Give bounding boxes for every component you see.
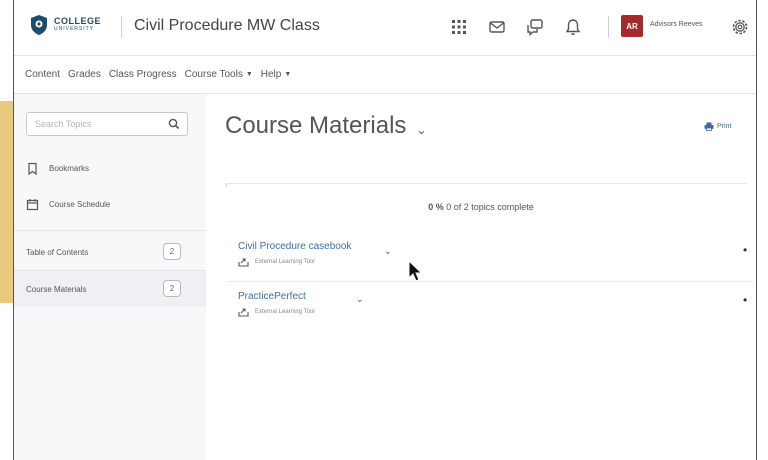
page-title[interactable]: Course Materials ⌄: [225, 112, 426, 140]
chevron-down-icon[interactable]: ⌄: [416, 123, 426, 137]
chat-icon[interactable]: [525, 17, 545, 37]
nav-content[interactable]: Content: [25, 69, 60, 80]
topic-type-label: External Learning Tool: [255, 309, 315, 315]
logo-line-2: UNIVERSITY: [54, 26, 95, 32]
sidebar-item-label: Course Schedule: [49, 200, 111, 209]
progress-bar: [226, 183, 747, 187]
username[interactable]: Advisors Reeves: [650, 21, 703, 28]
progress-percent: 0 %: [428, 202, 444, 212]
course-nav: Content Grades Class Progress Course Too…: [14, 56, 756, 94]
calendar-icon: [26, 199, 39, 211]
progress-summary: 0 of 2 topics complete: [446, 202, 534, 212]
sidebar-item-label: Course Materials: [26, 284, 87, 294]
more-options-icon[interactable]: •: [743, 293, 747, 307]
topic-item: Civil Procedure casebook ⌄ External Lear…: [238, 241, 756, 293]
topic-type-label: External Learning Tool: [255, 259, 315, 265]
college-logo[interactable]: COLLEGE UNIVERSITY: [30, 14, 101, 36]
sidebar-item-table-of-contents[interactable]: Table of Contents 2: [14, 234, 206, 270]
apps-grid-icon[interactable]: [449, 17, 469, 37]
chevron-down-icon: ▼: [245, 71, 253, 78]
topic-divider: [226, 281, 754, 282]
left-accent-bar: [0, 101, 13, 303]
print-label: Print: [717, 123, 732, 130]
topic-count-badge: 2: [163, 280, 181, 297]
sidebar-divider: [14, 230, 206, 231]
external-tool-icon: [238, 258, 249, 267]
page-title-text: Course Materials: [225, 112, 407, 139]
mail-icon[interactable]: [487, 17, 507, 37]
chevron-down-icon[interactable]: ⌄: [356, 294, 364, 305]
main-content: Course Materials ⌄ Print 0 % 0 of 2 topi…: [206, 94, 756, 460]
bell-icon[interactable]: [563, 17, 583, 37]
external-tool-icon: [238, 308, 249, 317]
nav-course-tools-label: Course Tools: [184, 69, 243, 80]
chevron-down-icon[interactable]: ⌄: [384, 246, 392, 257]
nav-grades-label: Grades: [68, 69, 101, 80]
search-box: [26, 112, 188, 136]
topic-title-link[interactable]: Civil Procedure casebook: [238, 241, 351, 252]
sidebar-item-course-materials[interactable]: Course Materials 2: [14, 271, 206, 307]
topic-item: PracticePerfect ⌄ External Learning Tool…: [238, 291, 756, 343]
nav-class-progress[interactable]: Class Progress: [109, 69, 177, 80]
topic-count-badge: 2: [163, 243, 181, 260]
header-divider-2: [608, 16, 609, 38]
header-divider: [121, 16, 122, 38]
sidebar: Bookmarks Course Schedule Table of Conte…: [14, 94, 206, 460]
progress-text: 0 % 0 of 2 topics complete: [206, 202, 756, 212]
search-input[interactable]: [27, 113, 157, 135]
printer-icon: [704, 122, 714, 131]
shield-logo-icon: [31, 15, 47, 35]
browser-frame: COLLEGE UNIVERSITY Civil Procedure MW Cl…: [13, 0, 757, 460]
header-icons: [449, 17, 583, 37]
course-title[interactable]: Civil Procedure MW Class: [134, 17, 320, 35]
gear-icon[interactable]: [730, 17, 750, 37]
logo-text: COLLEGE UNIVERSITY: [54, 17, 101, 33]
nav-grades[interactable]: Grades: [68, 69, 101, 80]
nav-class-progress-label: Class Progress: [108, 69, 177, 80]
nav-course-tools[interactable]: Course Tools ▼: [185, 69, 253, 80]
top-bar: COLLEGE UNIVERSITY Civil Procedure MW Cl…: [14, 0, 756, 56]
bookmark-icon: [28, 162, 37, 175]
nav-help[interactable]: Help ▼: [261, 69, 292, 80]
topic-type: External Learning Tool: [238, 257, 315, 267]
topic-title-link[interactable]: PracticePerfect: [238, 291, 306, 302]
more-options-icon[interactable]: •: [743, 243, 747, 257]
sidebar-item-label: Table of Contents: [26, 247, 89, 257]
avatar[interactable]: AR: [621, 15, 643, 37]
chevron-down-icon: ▼: [284, 71, 292, 78]
nav-help-label: Help: [260, 69, 282, 80]
search-icon[interactable]: [167, 117, 181, 131]
mouse-cursor-icon: [408, 260, 423, 282]
sidebar-item-label: Bookmarks: [49, 164, 90, 173]
print-button[interactable]: Print: [704, 122, 731, 131]
sidebar-item-bookmarks[interactable]: Bookmarks: [26, 162, 89, 175]
nav-content-label: Content: [25, 69, 61, 80]
logo-line-1: COLLEGE: [54, 16, 102, 26]
sidebar-item-course-schedule[interactable]: Course Schedule: [26, 198, 110, 211]
topic-type: External Learning Tool: [238, 307, 315, 317]
